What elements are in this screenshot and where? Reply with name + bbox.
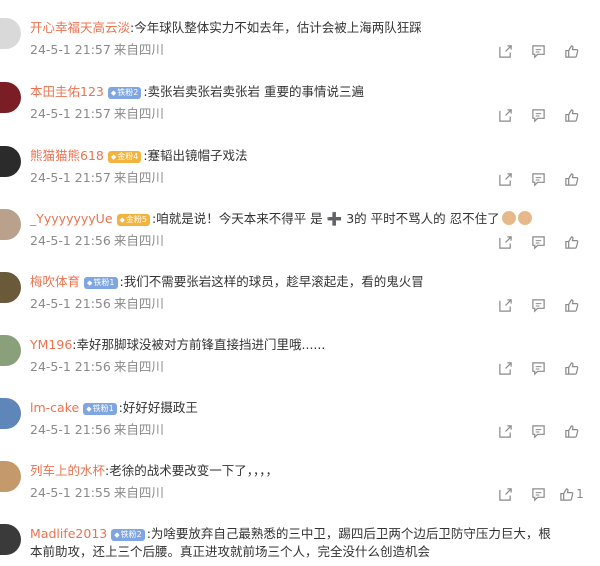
- fan-badge[interactable]: ◆铁粉2: [111, 529, 145, 541]
- comment-meta: 24-5-1 21:57 来自四川: [30, 42, 164, 58]
- like-icon[interactable]: [555, 42, 588, 60]
- forward-icon[interactable]: [489, 359, 522, 377]
- username[interactable]: 梅吹体育: [30, 274, 80, 289]
- avatar[interactable]: [0, 524, 21, 555]
- like-icon[interactable]: [555, 106, 588, 124]
- fan-badge[interactable]: ◆铁粉1: [83, 403, 117, 415]
- fan-badge[interactable]: ◆铁粉2: [107, 87, 142, 99]
- username[interactable]: 列车上的水杯: [30, 463, 105, 478]
- username[interactable]: Madlife2013: [30, 526, 107, 541]
- username[interactable]: 开心幸福天高云淡: [30, 20, 130, 35]
- like-count: 1: [576, 487, 584, 501]
- comment-meta: 24-5-1 21:56 来自四川: [30, 296, 164, 312]
- avatar[interactable]: [0, 18, 21, 49]
- comment-meta: 24-5-1 21:55 来自四川: [30, 485, 164, 501]
- forward-icon[interactable]: [489, 170, 522, 188]
- forward-icon[interactable]: [489, 42, 522, 60]
- like-icon[interactable]: [555, 170, 588, 188]
- comment-meta: 24-5-1 21:56 来自四川: [30, 422, 164, 438]
- username[interactable]: _YyyyyyyyUe: [30, 211, 113, 226]
- avatar[interactable]: [0, 272, 21, 303]
- avatar[interactable]: [0, 335, 21, 366]
- comment-item: 开心幸福天高云淡:今年球队整体实力不如去年，估计会被上海两队狂踩 24-5-1 …: [0, 16, 600, 79]
- comment-meta: 24-5-1 21:57 来自四川: [30, 170, 164, 186]
- comment-icon[interactable]: [522, 485, 555, 503]
- comment-text: :卖张岩卖张岩卖张岩 重要的事情说三遍: [143, 84, 365, 99]
- comment-date: 24-5-1 21:56: [30, 233, 111, 248]
- comment-item: 梅吹体育 ◆铁粉1:我们不需要张岩这样的球员，趁早滚起走，看的鬼火冒 24-5-1…: [0, 270, 600, 333]
- comment-text: :老徐的战术要改变一下了，，，，: [105, 463, 278, 478]
- comment-text: :我们不需要张岩这样的球员，趁早滚起走，看的鬼火冒: [119, 274, 424, 289]
- forward-icon[interactable]: [489, 296, 522, 314]
- comment-item: lm-cake ◆铁粉1:好好好摄政王 24-5-1 21:56 来自四川: [0, 396, 600, 459]
- forward-icon[interactable]: [489, 233, 522, 251]
- comment-item: YM196:幸好那脚球没被对方前锋直接挡进门里哦...... 24-5-1 21…: [0, 333, 600, 396]
- comment-source: 来自四川: [113, 359, 164, 374]
- like-icon[interactable]: [555, 296, 588, 314]
- comment-text: :蹇韬出镜帽子戏法: [143, 148, 248, 163]
- comment-text: :今年球队整体实力不如去年，估计会被上海两队狂踩: [130, 20, 422, 35]
- avatar[interactable]: [0, 82, 21, 113]
- comment-source: 来自四川: [113, 296, 164, 311]
- comment-text-continued: 本前助攻，还上三个后腰。真正进攻就前场三个人，完全没什么创造机会: [30, 544, 431, 559]
- comment-icon[interactable]: [522, 170, 555, 188]
- fan-badge[interactable]: ◆铁粉1: [84, 277, 118, 289]
- comment-meta: 24-5-1 21:57 来自四川: [30, 106, 164, 122]
- forward-icon[interactable]: [489, 106, 522, 124]
- avatar[interactable]: [0, 209, 21, 240]
- comment-item: _YyyyyyyyUe ◆金粉5:咱就是说！今天本来不得平 是 ➕ 3的 平时不骂…: [0, 207, 600, 270]
- emoji-icon: [501, 211, 516, 225]
- comment-text: :咱就是说！今天本来不得平 是 ➕ 3的 平时不骂人的 忍不住了: [152, 211, 500, 226]
- comment-icon[interactable]: [522, 422, 555, 440]
- comment-date: 24-5-1 21:55: [30, 485, 111, 500]
- username[interactable]: YM196: [30, 337, 72, 352]
- emoji-icon: [517, 211, 532, 225]
- comment-date: 24-5-1 21:57: [30, 106, 111, 121]
- like-icon[interactable]: [555, 422, 588, 440]
- comment-list: 开心幸福天高云淡:今年球队整体实力不如去年，估计会被上海两队狂踩 24-5-1 …: [0, 0, 600, 566]
- avatar[interactable]: [0, 398, 21, 429]
- username[interactable]: lm-cake: [30, 400, 79, 415]
- username[interactable]: 本田圭佑123: [30, 84, 104, 99]
- comment-source: 来自四川: [113, 106, 164, 121]
- comment-meta: 24-5-1 21:56 来自四川: [30, 359, 164, 375]
- comment-source: 来自四川: [113, 170, 164, 185]
- comment-meta: 24-5-1 21:56 来自四川: [30, 233, 164, 249]
- like-icon[interactable]: [555, 233, 588, 251]
- comment-text: :幸好那脚球没被对方前锋直接挡进门里哦......: [72, 337, 326, 352]
- comment-text: :好好好摄政王: [118, 400, 198, 415]
- forward-icon[interactable]: [489, 485, 522, 503]
- comment-source: 来自四川: [113, 485, 164, 500]
- comment-source: 来自四川: [113, 42, 164, 57]
- like-icon[interactable]: [555, 359, 588, 377]
- comment-date: 24-5-1 21:56: [30, 422, 111, 437]
- comment-source: 来自四川: [113, 422, 164, 437]
- username[interactable]: 熊猫猫熊618: [30, 148, 104, 163]
- avatar[interactable]: [0, 146, 21, 177]
- fan-badge[interactable]: ◆金粉4: [107, 151, 142, 163]
- comment-icon[interactable]: [522, 233, 555, 251]
- comment-item: 本田圭佑123 ◆铁粉2:卖张岩卖张岩卖张岩 重要的事情说三遍 24-5-1 21…: [0, 80, 600, 143]
- avatar[interactable]: [0, 461, 21, 492]
- fan-badge[interactable]: ◆金粉5: [116, 214, 150, 226]
- comment-icon[interactable]: [522, 359, 555, 377]
- forward-icon[interactable]: [489, 422, 522, 440]
- comment-text: :为啥要放弃自己最熟悉的三中卫，踢四后卫两个边后卫防守压力巨大，根: [146, 526, 551, 541]
- comment-item: Madlife2013 ◆铁粉2:为啥要放弃自己最熟悉的三中卫，踢四后卫两个边后卫…: [0, 522, 600, 566]
- comment-source: 来自四川: [113, 233, 164, 248]
- comment-date: 24-5-1 21:56: [30, 296, 111, 311]
- comment-item: 熊猫猫熊618 ◆金粉4:蹇韬出镜帽子戏法 24-5-1 21:57 来自四川: [0, 144, 600, 207]
- comment-item: 列车上的水杯:老徐的战术要改变一下了，，，， 24-5-1 21:55 来自四川 …: [0, 459, 600, 522]
- like-icon[interactable]: 1: [555, 485, 588, 503]
- comment-icon[interactable]: [522, 42, 555, 60]
- comment-icon[interactable]: [522, 106, 555, 124]
- comment-icon[interactable]: [522, 296, 555, 314]
- comment-date: 24-5-1 21:57: [30, 42, 111, 57]
- comment-date: 24-5-1 21:57: [30, 170, 111, 185]
- comment-date: 24-5-1 21:56: [30, 359, 111, 374]
